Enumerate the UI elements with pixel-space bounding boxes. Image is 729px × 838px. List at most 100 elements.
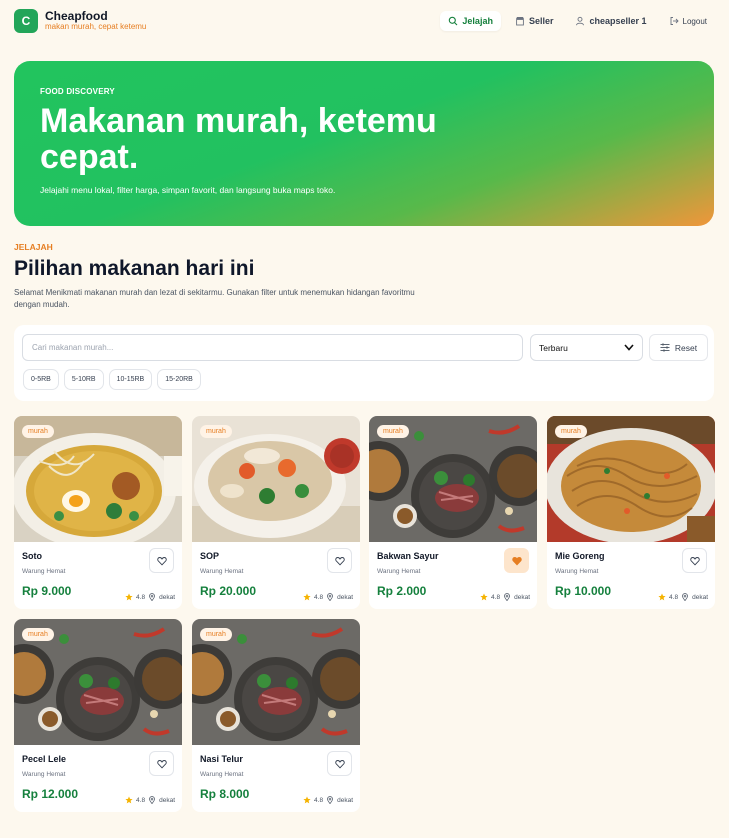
food-card[interactable]: murah Pecel Lele Warung Hemat Rp 12.000 … xyxy=(14,619,182,812)
food-name: Soto xyxy=(22,551,42,561)
heart-icon xyxy=(156,759,167,768)
chevron-down-icon xyxy=(624,344,634,351)
top-navbar: C Cheapfood makan murah, cepat ketemu Je… xyxy=(0,0,729,42)
star-icon xyxy=(658,593,666,601)
price-chip[interactable]: 10-15RB xyxy=(108,369,153,390)
user-icon xyxy=(576,16,585,26)
reset-button[interactable]: Reset xyxy=(649,334,708,361)
rating-value: 4.8 xyxy=(314,796,324,804)
nav-seller-label: Seller xyxy=(528,16,554,26)
food-name: Nasi Telur xyxy=(200,754,243,764)
food-price: Rp 10.000 xyxy=(555,584,612,598)
main-nav: Jelajah Seller cheapseller 1 Logout xyxy=(440,11,715,31)
card-meta: 4.8 dekat xyxy=(480,593,530,601)
price-chips: 0-5RB 5-10RB 10-15RB 15-20RB xyxy=(23,369,201,390)
food-price: Rp 20.000 xyxy=(200,584,257,598)
favorite-button[interactable] xyxy=(149,751,174,776)
food-card[interactable]: murah SOP Warung Hemat Rp 20.000 4.8 dek… xyxy=(192,416,360,609)
favorite-button[interactable] xyxy=(327,751,352,776)
rating-value: 4.8 xyxy=(314,593,324,601)
food-name: Mie Goreng xyxy=(555,551,605,561)
cheap-badge: murah xyxy=(377,425,409,438)
favorite-button[interactable] xyxy=(149,548,174,573)
section-kicker: JELAJAH xyxy=(14,242,53,252)
distance-label: dekat xyxy=(337,796,353,804)
distance-label: dekat xyxy=(514,593,530,601)
nav-explore[interactable]: Jelajah xyxy=(440,11,501,31)
food-card[interactable]: murah Soto Warung Hemat Rp 9.000 4.8 dek… xyxy=(14,416,182,609)
food-card[interactable]: murah Bakwan Sayur Warung Hemat Rp 2.000… xyxy=(369,416,537,609)
shop-name: Warung Hemat xyxy=(22,568,66,575)
cheap-badge: murah xyxy=(200,628,232,641)
distance-label: dekat xyxy=(337,593,353,601)
food-price: Rp 9.000 xyxy=(22,584,72,598)
nav-user[interactable]: cheapseller 1 xyxy=(567,11,654,31)
shop-name: Warung Hemat xyxy=(555,568,599,575)
location-pin-icon xyxy=(149,593,156,601)
heart-icon xyxy=(689,556,700,565)
star-icon xyxy=(303,593,311,601)
price-chip[interactable]: 0-5RB xyxy=(23,369,59,390)
star-icon xyxy=(480,593,488,601)
location-pin-icon xyxy=(682,593,689,601)
price-chip[interactable]: 5-10RB xyxy=(63,369,104,390)
logout-icon xyxy=(670,17,679,25)
heart-icon xyxy=(511,556,522,565)
favorite-button[interactable] xyxy=(504,548,529,573)
star-icon xyxy=(303,796,311,804)
brand[interactable]: C Cheapfood makan murah, cepat ketemu xyxy=(14,9,146,33)
food-name: Bakwan Sayur xyxy=(377,551,439,561)
search-input[interactable] xyxy=(22,334,523,361)
rating-value: 4.8 xyxy=(669,593,679,601)
card-meta: 4.8 dekat xyxy=(658,593,708,601)
nav-logout-label: Logout xyxy=(682,16,707,26)
shop-name: Warung Hemat xyxy=(377,568,421,575)
cheap-badge: murah xyxy=(22,425,54,438)
food-price: Rp 2.000 xyxy=(377,584,427,598)
heart-icon xyxy=(334,556,345,565)
star-icon xyxy=(125,593,133,601)
brand-tagline: makan murah, cepat ketemu xyxy=(45,22,147,32)
shop-name: Warung Hemat xyxy=(22,771,66,778)
cheap-badge: murah xyxy=(22,628,54,641)
cheap-badge: murah xyxy=(555,425,587,438)
sliders-icon xyxy=(660,343,670,352)
rating-value: 4.8 xyxy=(136,593,146,601)
hero-title: Makanan murah, ketemu cepat. xyxy=(40,102,437,176)
nav-explore-label: Jelajah xyxy=(462,16,493,26)
heart-icon xyxy=(334,759,345,768)
location-pin-icon xyxy=(149,796,156,804)
card-meta: 4.8 dekat xyxy=(125,593,175,601)
heart-icon xyxy=(156,556,167,565)
brand-logo: C xyxy=(14,9,38,33)
food-card[interactable]: murah Mie Goreng Warung Hemat Rp 10.000 … xyxy=(547,416,715,609)
distance-label: dekat xyxy=(159,796,175,804)
hero-subtitle: Jelajahi menu lokal, filter harga, simpa… xyxy=(40,185,336,196)
food-card[interactable]: murah Nasi Telur Warung Hemat Rp 8.000 4… xyxy=(192,619,360,812)
nav-user-label: cheapseller 1 xyxy=(589,16,647,26)
food-price: Rp 12.000 xyxy=(22,787,79,801)
location-pin-icon xyxy=(327,796,334,804)
section-description: Selamat Menikmati makanan murah dan leza… xyxy=(14,288,415,309)
price-chip[interactable]: 15-20RB xyxy=(157,369,201,390)
favorite-button[interactable] xyxy=(327,548,352,573)
cheap-badge: murah xyxy=(200,425,232,438)
rating-value: 4.8 xyxy=(136,796,146,804)
card-meta: 4.8 dekat xyxy=(303,796,353,804)
sort-selected-value: Terbaru xyxy=(539,342,568,353)
shop-name: Warung Hemat xyxy=(200,771,244,778)
search-icon xyxy=(449,16,458,26)
star-icon xyxy=(125,796,133,804)
nav-seller[interactable]: Seller xyxy=(507,11,562,31)
food-name: SOP xyxy=(200,551,220,561)
card-meta: 4.8 dekat xyxy=(125,796,175,804)
location-pin-icon xyxy=(327,593,334,601)
hero-kicker: FOOD DISCOVERY xyxy=(40,87,115,96)
rating-value: 4.8 xyxy=(491,593,501,601)
favorite-button[interactable] xyxy=(682,548,707,573)
food-price: Rp 8.000 xyxy=(200,787,250,801)
sort-select[interactable]: Terbaru xyxy=(530,334,643,361)
store-icon xyxy=(515,17,524,26)
nav-logout[interactable]: Logout xyxy=(661,11,715,31)
hero-banner: FOOD DISCOVERY Makanan murah, ketemu cep… xyxy=(14,61,714,226)
